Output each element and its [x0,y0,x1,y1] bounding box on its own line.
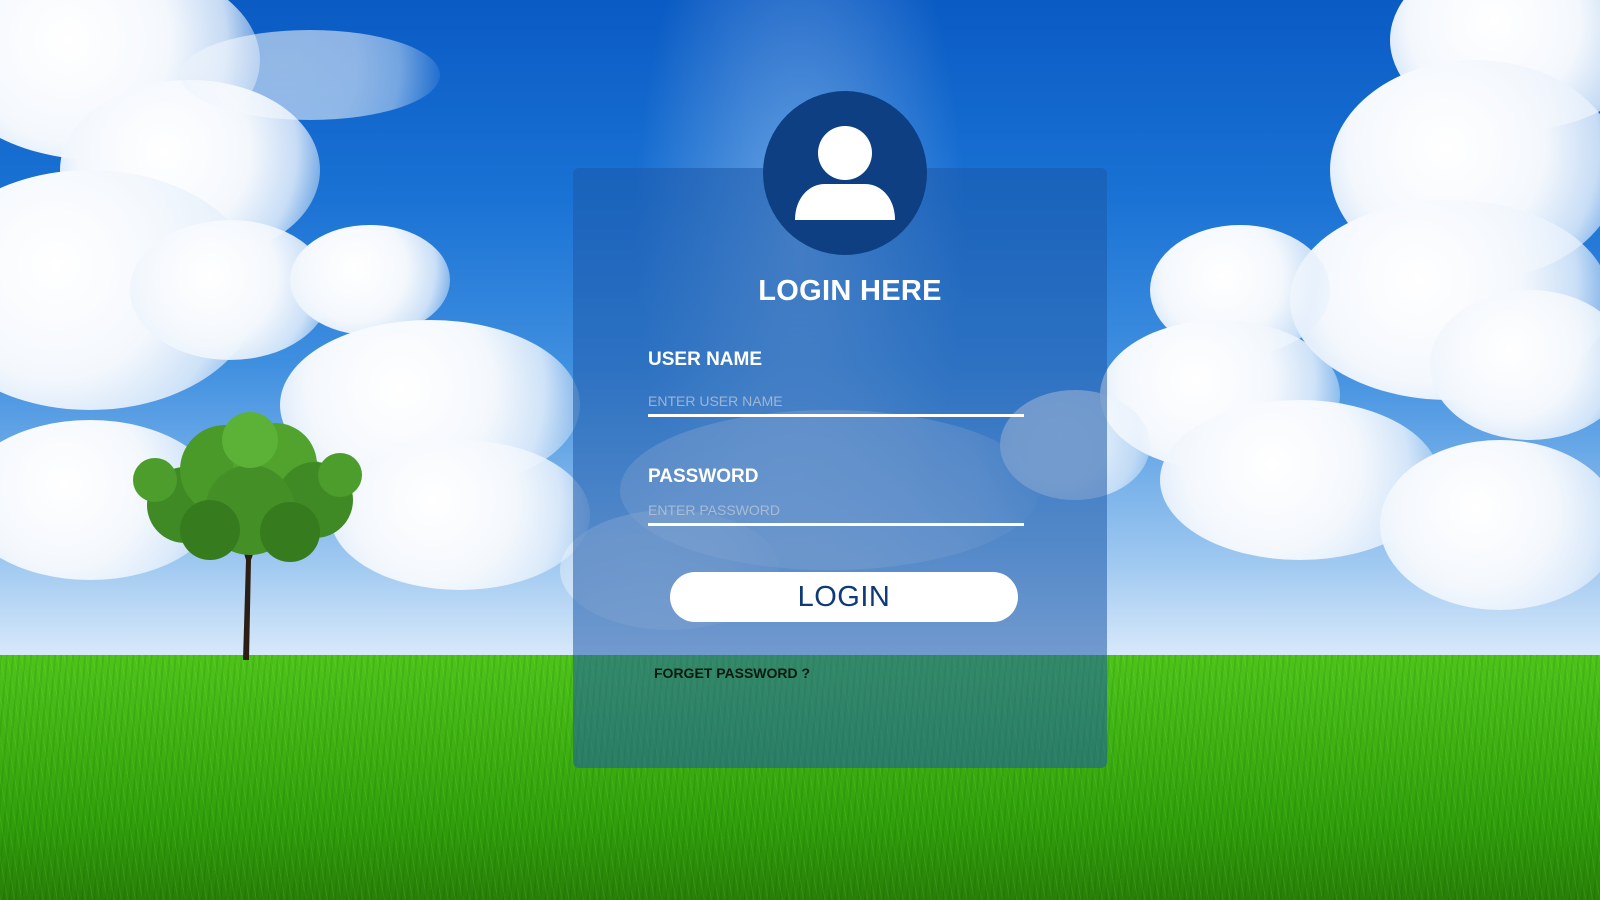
login-button[interactable]: LOGIN [670,572,1018,622]
password-label: PASSWORD [648,466,759,487]
tree [133,412,362,660]
cloud [180,30,440,120]
page-title: LOGIN HERE [758,275,942,307]
user-icon [795,126,895,220]
password-input[interactable] [648,497,1024,526]
username-input[interactable] [648,388,1024,417]
cloud [290,225,450,335]
forgot-password-link[interactable]: FORGET PASSWORD ? [654,665,810,681]
username-label: USER NAME [648,349,763,370]
avatar [763,91,927,255]
